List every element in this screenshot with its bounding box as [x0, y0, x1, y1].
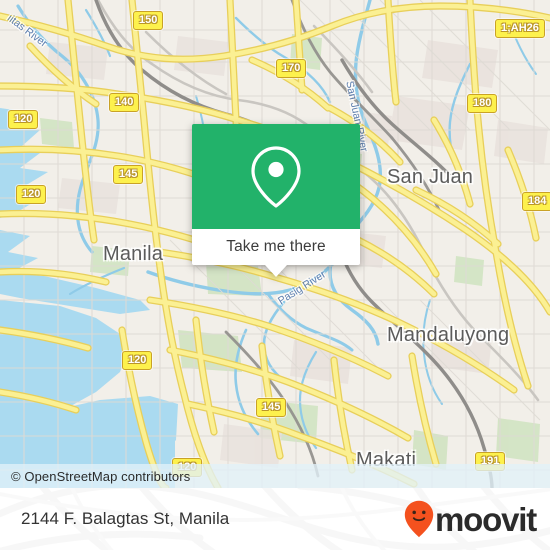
map-attribution-bar: © OpenStreetMap contributors	[0, 464, 550, 488]
moovit-smiley-pin-icon	[404, 500, 434, 538]
map-screenshot: Manila San Juan Mandaluyong Makati ıitas…	[0, 0, 550, 550]
moovit-brand[interactable]: moovit	[404, 500, 537, 538]
moovit-wordmark: moovit	[435, 500, 537, 538]
callout-pin-panel	[192, 124, 360, 229]
footer-content: 2144 F. Balagtas St, Manila moovit	[0, 488, 550, 550]
address-label: 2144 F. Balagtas St, Manila	[21, 509, 230, 528]
attribution-text: © OpenStreetMap contributors	[11, 468, 191, 484]
take-me-there-label: Take me there	[226, 238, 326, 255]
location-pin-icon	[251, 145, 301, 208]
callout-pointer-tail	[265, 265, 287, 277]
footer-bar: 2144 F. Balagtas St, Manila moovit	[0, 488, 550, 550]
map-canvas[interactable]: Manila San Juan Mandaluyong Makati ıitas…	[0, 0, 550, 488]
location-callout-card[interactable]: Take me there	[192, 124, 360, 277]
callout-cta-panel[interactable]: Take me there	[192, 229, 360, 265]
